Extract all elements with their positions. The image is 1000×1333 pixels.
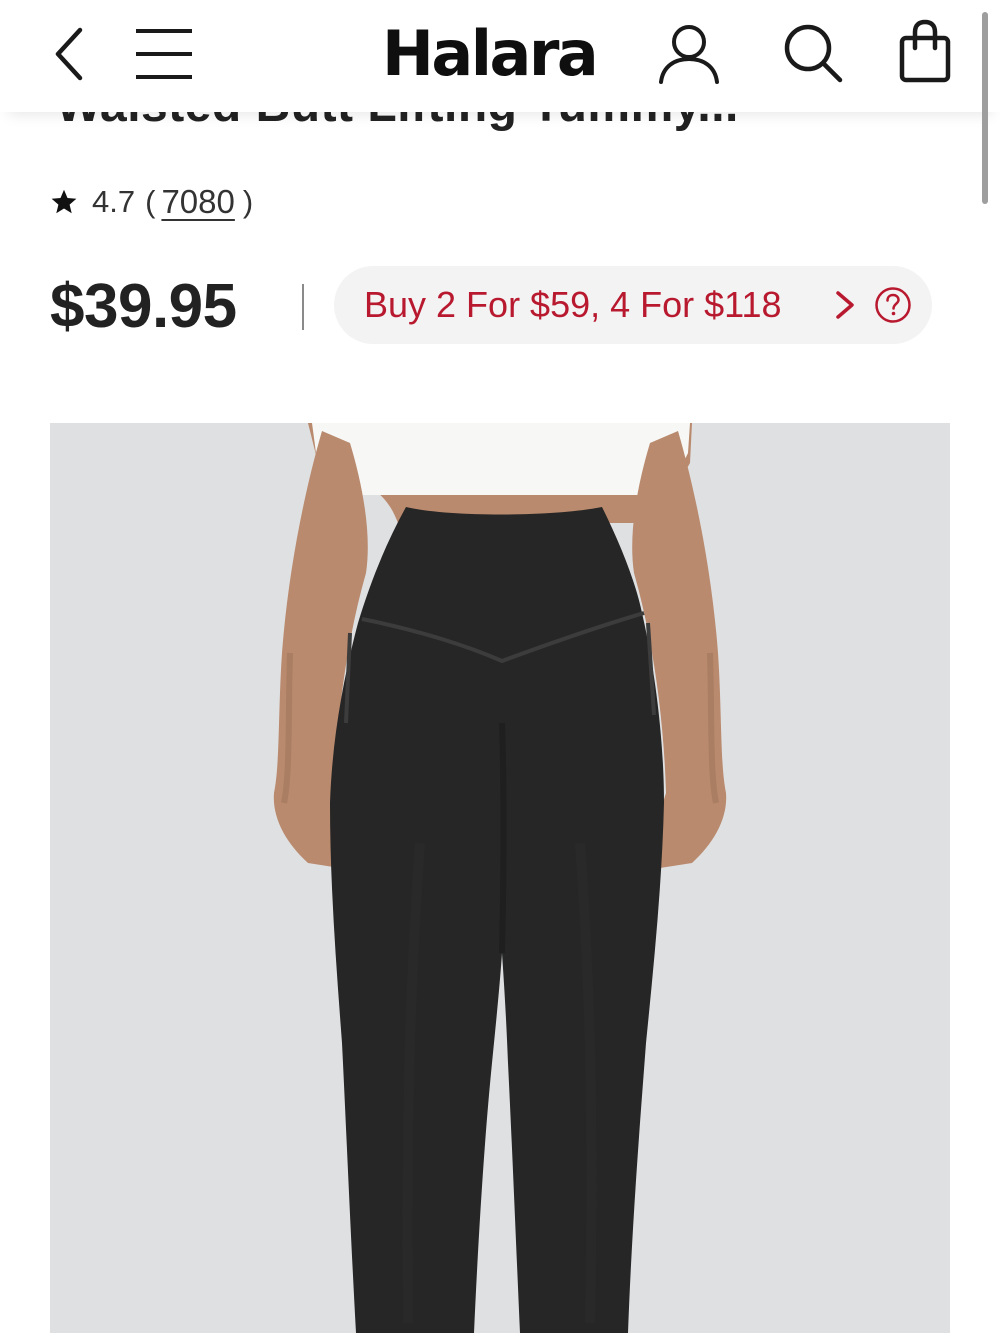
review-count-close-paren: ) <box>242 184 254 219</box>
search-icon <box>784 24 843 83</box>
product-price: $39.95 <box>50 272 237 341</box>
hamburger-menu-icon <box>136 29 192 79</box>
back-button[interactable] <box>48 24 92 84</box>
review-count-link[interactable]: 7080 <box>161 183 234 221</box>
shopping-bag-icon <box>899 19 951 83</box>
search-button[interactable] <box>780 22 846 86</box>
scrollbar[interactable] <box>982 12 988 204</box>
user-icon <box>659 25 719 84</box>
top-navigation-bar: Halara <box>0 0 1000 112</box>
bundle-promo-button[interactable]: Buy 2 For $59, 4 For $118 <box>334 266 932 344</box>
star-icon <box>51 189 77 214</box>
account-button[interactable] <box>656 22 722 86</box>
brand-logo[interactable]: Halara <box>382 12 599 96</box>
chevron-left-icon <box>55 27 83 81</box>
review-count-open-paren: ( <box>145 184 156 219</box>
menu-button[interactable] <box>132 24 196 84</box>
product-photo-illustration <box>50 423 950 1333</box>
chevron-right-icon <box>836 291 854 319</box>
rating-value: 4.7 <box>92 184 136 219</box>
price-divider <box>302 284 304 330</box>
question-circle-icon[interactable] <box>874 286 912 324</box>
shopping-bag-button[interactable] <box>896 18 954 86</box>
rating-summary: 4.7 ( 7080 ) <box>50 176 253 228</box>
bundle-promo-text: Buy 2 For $59, 4 For $118 <box>364 284 782 325</box>
product-image[interactable] <box>50 423 950 1333</box>
